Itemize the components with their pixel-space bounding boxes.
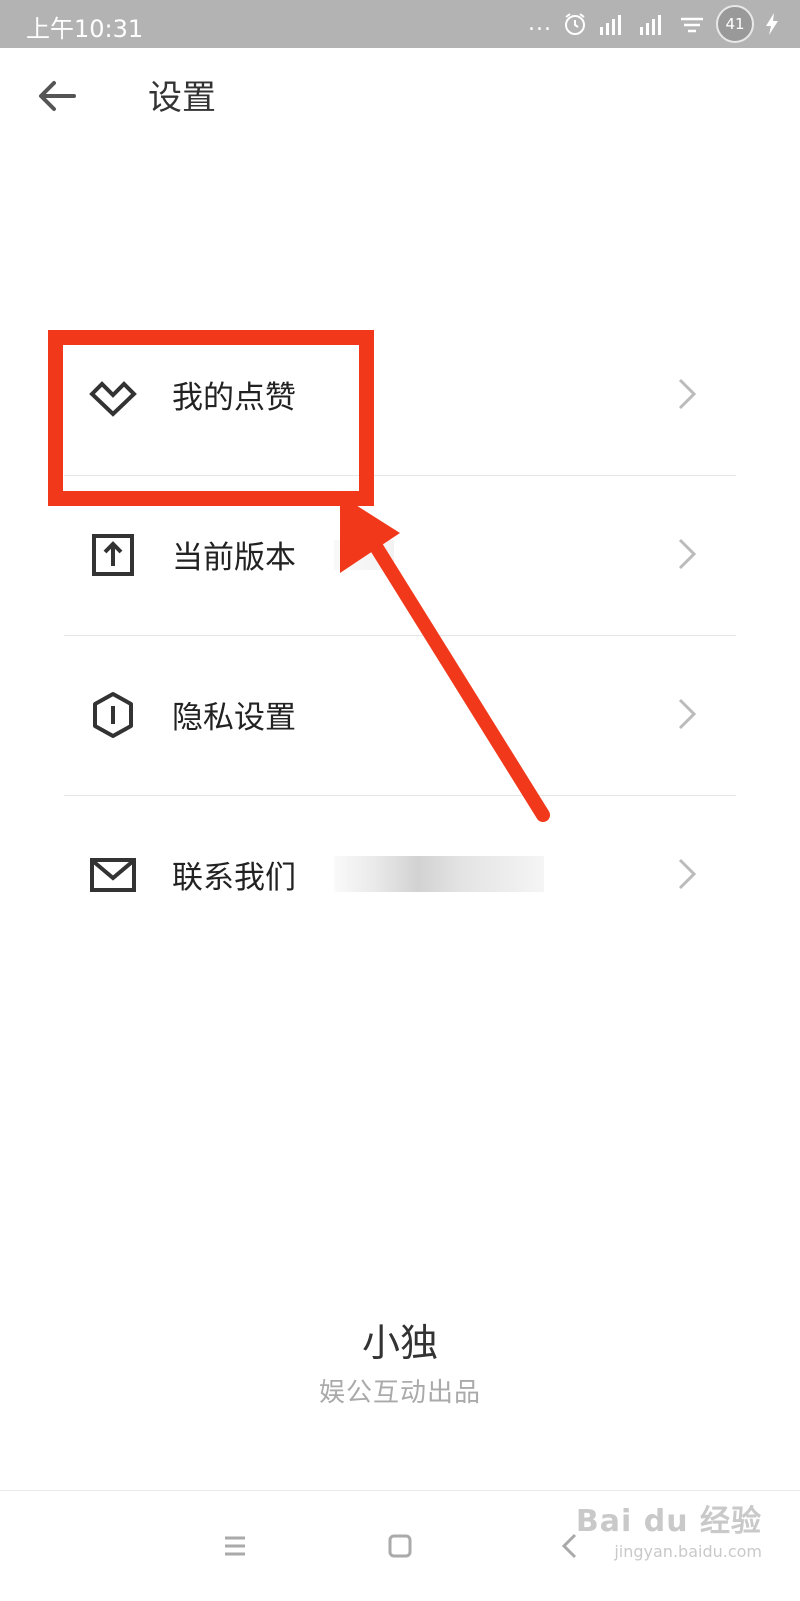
status-icons: ... 41 [528,5,780,43]
mail-icon [90,858,136,892]
battery-icon: 41 [716,5,754,43]
settings-item-contact[interactable]: 联系我们 [64,796,736,955]
signal-icon [600,15,621,35]
chevron-right-icon [678,858,697,890]
back-arrow-icon [39,81,76,111]
settings-item-label: 当前版本 [172,540,296,576]
chevron-right-icon [678,538,697,570]
back-button[interactable] [34,74,78,118]
annotation-highlight-box [48,330,374,506]
shield-hexagon-icon [93,692,133,738]
brand-subtitle: 娱公互动出品 [318,1378,481,1408]
signal-icon-2 [640,15,661,35]
upload-icon [92,534,134,576]
alarm-icon [565,13,585,35]
settings-item-label: 隐私设置 [172,700,296,736]
more-dots-icon: ... [528,11,552,36]
menu-icon[interactable] [210,1521,260,1571]
settings-item-label: 联系我们 [172,860,296,896]
contact-redacted [334,856,544,892]
chevron-right-icon [678,698,697,730]
status-time: 上午10:31 [26,15,144,43]
status-bar: 上午10:31 ... 41 [0,0,800,48]
page-title: 设置 [148,78,216,118]
settings-item-privacy[interactable]: 隐私设置 [64,636,736,796]
brand-name: 小独 [361,1321,438,1365]
charging-icon [766,13,778,35]
watermark: Bai du 经验 jingyan.baidu.com [576,1496,762,1561]
version-value [334,540,394,570]
chevron-right-icon [678,378,697,410]
watermark-logo: Bai du 经验 [575,1504,762,1539]
watermark-url: jingyan.baidu.com [614,1542,762,1561]
wifi-icon [681,17,703,33]
home-icon[interactable] [375,1521,425,1571]
